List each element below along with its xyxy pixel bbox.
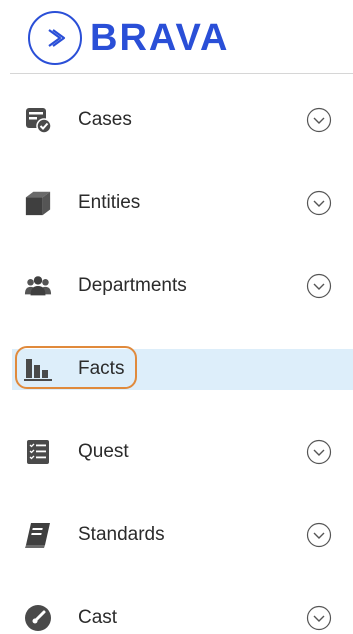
sidebar-item-label: Standards: [78, 523, 165, 545]
cube-icon: [24, 189, 52, 217]
sidebar-item-label: Entities: [78, 191, 141, 213]
sidebar-item-quest[interactable]: Quest: [0, 410, 353, 493]
bar-chart-icon: [24, 355, 52, 383]
sidebar-item-standards[interactable]: Standards: [0, 493, 353, 576]
sidebar-nav: Cases Entities Departments Facts Quest S…: [0, 78, 353, 634]
brand-logo[interactable]: BRAVA: [28, 10, 229, 66]
sidebar-item-label: Facts: [78, 357, 125, 379]
sidebar-item-entities[interactable]: Entities: [0, 161, 353, 244]
checklist-icon: [24, 438, 52, 466]
sidebar-item-label: Quest: [78, 440, 129, 462]
gauge-icon: [24, 604, 52, 632]
cases-icon: [24, 106, 52, 134]
chevron-down-icon[interactable]: [306, 439, 332, 465]
sidebar-item-label: Cast: [78, 606, 118, 628]
sidebar-page: BRAVA Cases Entities Departments Facts Q…: [0, 0, 353, 634]
chevron-down-icon[interactable]: [306, 605, 332, 631]
chevron-down-icon[interactable]: [306, 107, 332, 133]
sidebar-item-departments[interactable]: Departments: [0, 244, 353, 327]
book-icon: [24, 521, 52, 549]
brand-name: BRAVA: [90, 16, 230, 59]
sidebar-item-facts[interactable]: Facts: [0, 327, 353, 410]
sidebar-item-cast[interactable]: Cast: [0, 576, 353, 634]
chevron-down-icon[interactable]: [306, 190, 332, 216]
chevron-down-icon[interactable]: [306, 522, 332, 548]
brand-logo-mark-icon: [28, 11, 82, 65]
chevron-down-icon[interactable]: [306, 273, 332, 299]
sidebar-item-label: Cases: [78, 108, 132, 130]
people-group-icon: [24, 272, 52, 300]
header-divider: [10, 73, 353, 74]
sidebar-item-label: Departments: [78, 274, 187, 296]
sidebar-item-cases[interactable]: Cases: [0, 78, 353, 161]
